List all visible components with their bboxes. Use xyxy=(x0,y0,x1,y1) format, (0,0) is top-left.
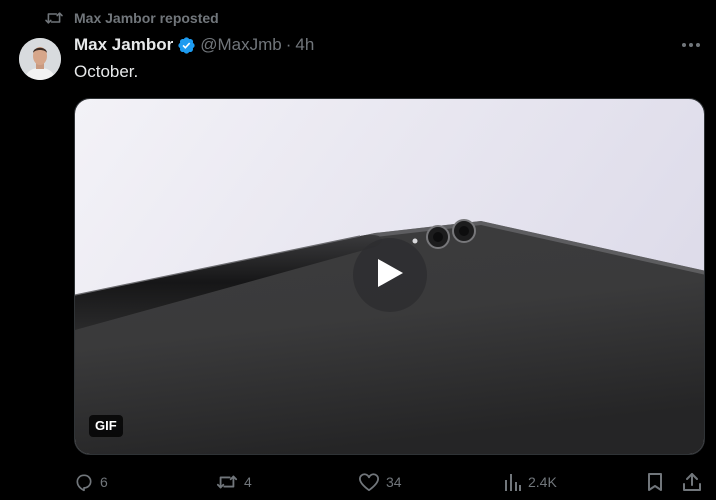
views-count: 2.4K xyxy=(528,474,557,490)
repost-icon xyxy=(216,472,238,492)
bookmark-icon xyxy=(646,472,664,492)
bookmark-button[interactable] xyxy=(646,470,664,494)
share-icon xyxy=(682,472,702,492)
author-handle[interactable]: @MaxJmb xyxy=(200,35,282,55)
tweet-timestamp[interactable]: 4h xyxy=(295,35,314,55)
reply-icon xyxy=(74,472,94,492)
play-button[interactable] xyxy=(353,238,427,312)
verified-badge-icon[interactable] xyxy=(177,36,196,55)
like-button[interactable]: 34 xyxy=(358,470,402,494)
header-separator: · xyxy=(285,35,292,54)
heart-icon xyxy=(358,472,380,492)
like-count: 34 xyxy=(386,474,402,490)
reply-button[interactable]: 6 xyxy=(74,470,108,494)
tweet-header: Max Jambor @MaxJmb · 4h xyxy=(74,33,314,57)
author-display-name[interactable]: Max Jambor xyxy=(74,35,173,55)
reply-count: 6 xyxy=(100,474,108,490)
views-chart-icon xyxy=(504,473,522,491)
gif-badge: GIF xyxy=(89,415,123,437)
repost-context[interactable]: Max Jambor reposted xyxy=(44,8,219,28)
repost-label: Max Jambor reposted xyxy=(74,10,219,26)
tweet-actions-bar: 6 4 34 2.4K xyxy=(74,470,706,494)
tweet-text: October. xyxy=(74,62,139,81)
repost-count: 4 xyxy=(244,474,252,490)
share-button[interactable] xyxy=(682,470,702,494)
avatar[interactable] xyxy=(19,38,61,80)
tweet-media-gif[interactable]: GIF xyxy=(74,98,705,455)
more-options-icon[interactable] xyxy=(676,34,706,56)
play-icon xyxy=(375,257,405,294)
repost-button[interactable]: 4 xyxy=(216,470,252,494)
views-button[interactable]: 2.4K xyxy=(504,470,557,494)
repost-icon xyxy=(44,10,64,26)
tweet-card[interactable]: Max Jambor reposted Max Jambor @MaxJmb ·… xyxy=(0,0,716,500)
